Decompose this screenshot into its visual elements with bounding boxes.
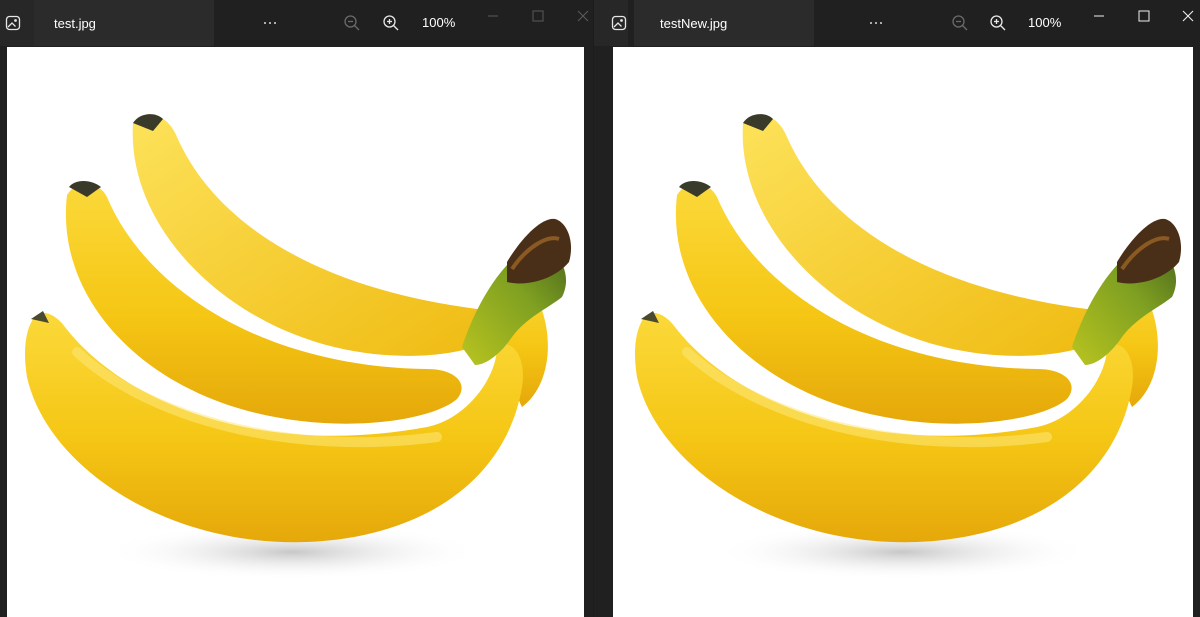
more-options-button[interactable] [861, 10, 891, 36]
file-tab[interactable]: test.jpg [34, 0, 214, 46]
bananas-image [7, 47, 584, 617]
file-tab[interactable]: testNew.jpg [634, 0, 814, 46]
title-bar: testNew.jpg 100% [594, 0, 1200, 46]
zoom-out-icon[interactable] [951, 14, 969, 32]
zoom-level[interactable]: 100% [1028, 15, 1061, 30]
more-options-button[interactable] [255, 10, 285, 36]
zoom-level[interactable]: 100% [422, 15, 455, 30]
title-bar: test.jpg 100% [0, 0, 593, 46]
image-canvas[interactable] [613, 47, 1193, 617]
image-canvas[interactable] [7, 47, 584, 617]
photo-viewer-window-left: test.jpg 100% [0, 0, 593, 617]
file-name: testNew.jpg [660, 16, 728, 31]
file-name: test.jpg [54, 16, 96, 31]
app-icon-area [0, 0, 34, 46]
minimize-icon[interactable] [1091, 8, 1107, 24]
maximize-icon[interactable] [1136, 8, 1152, 24]
maximize-icon[interactable] [530, 8, 546, 24]
more-options-icon [264, 22, 266, 24]
photos-app-icon [5, 15, 21, 31]
photo-viewer-window-right: testNew.jpg 100% [594, 0, 1200, 617]
photos-app-icon [611, 15, 627, 31]
zoom-out-icon[interactable] [343, 14, 361, 32]
bananas-image [617, 47, 1193, 617]
close-icon[interactable] [575, 8, 591, 24]
minimize-icon[interactable] [485, 8, 501, 24]
zoom-in-icon[interactable] [989, 14, 1007, 32]
app-icon-area [594, 0, 628, 46]
close-icon[interactable] [1180, 8, 1196, 24]
zoom-in-icon[interactable] [382, 14, 400, 32]
more-options-icon [870, 22, 872, 24]
